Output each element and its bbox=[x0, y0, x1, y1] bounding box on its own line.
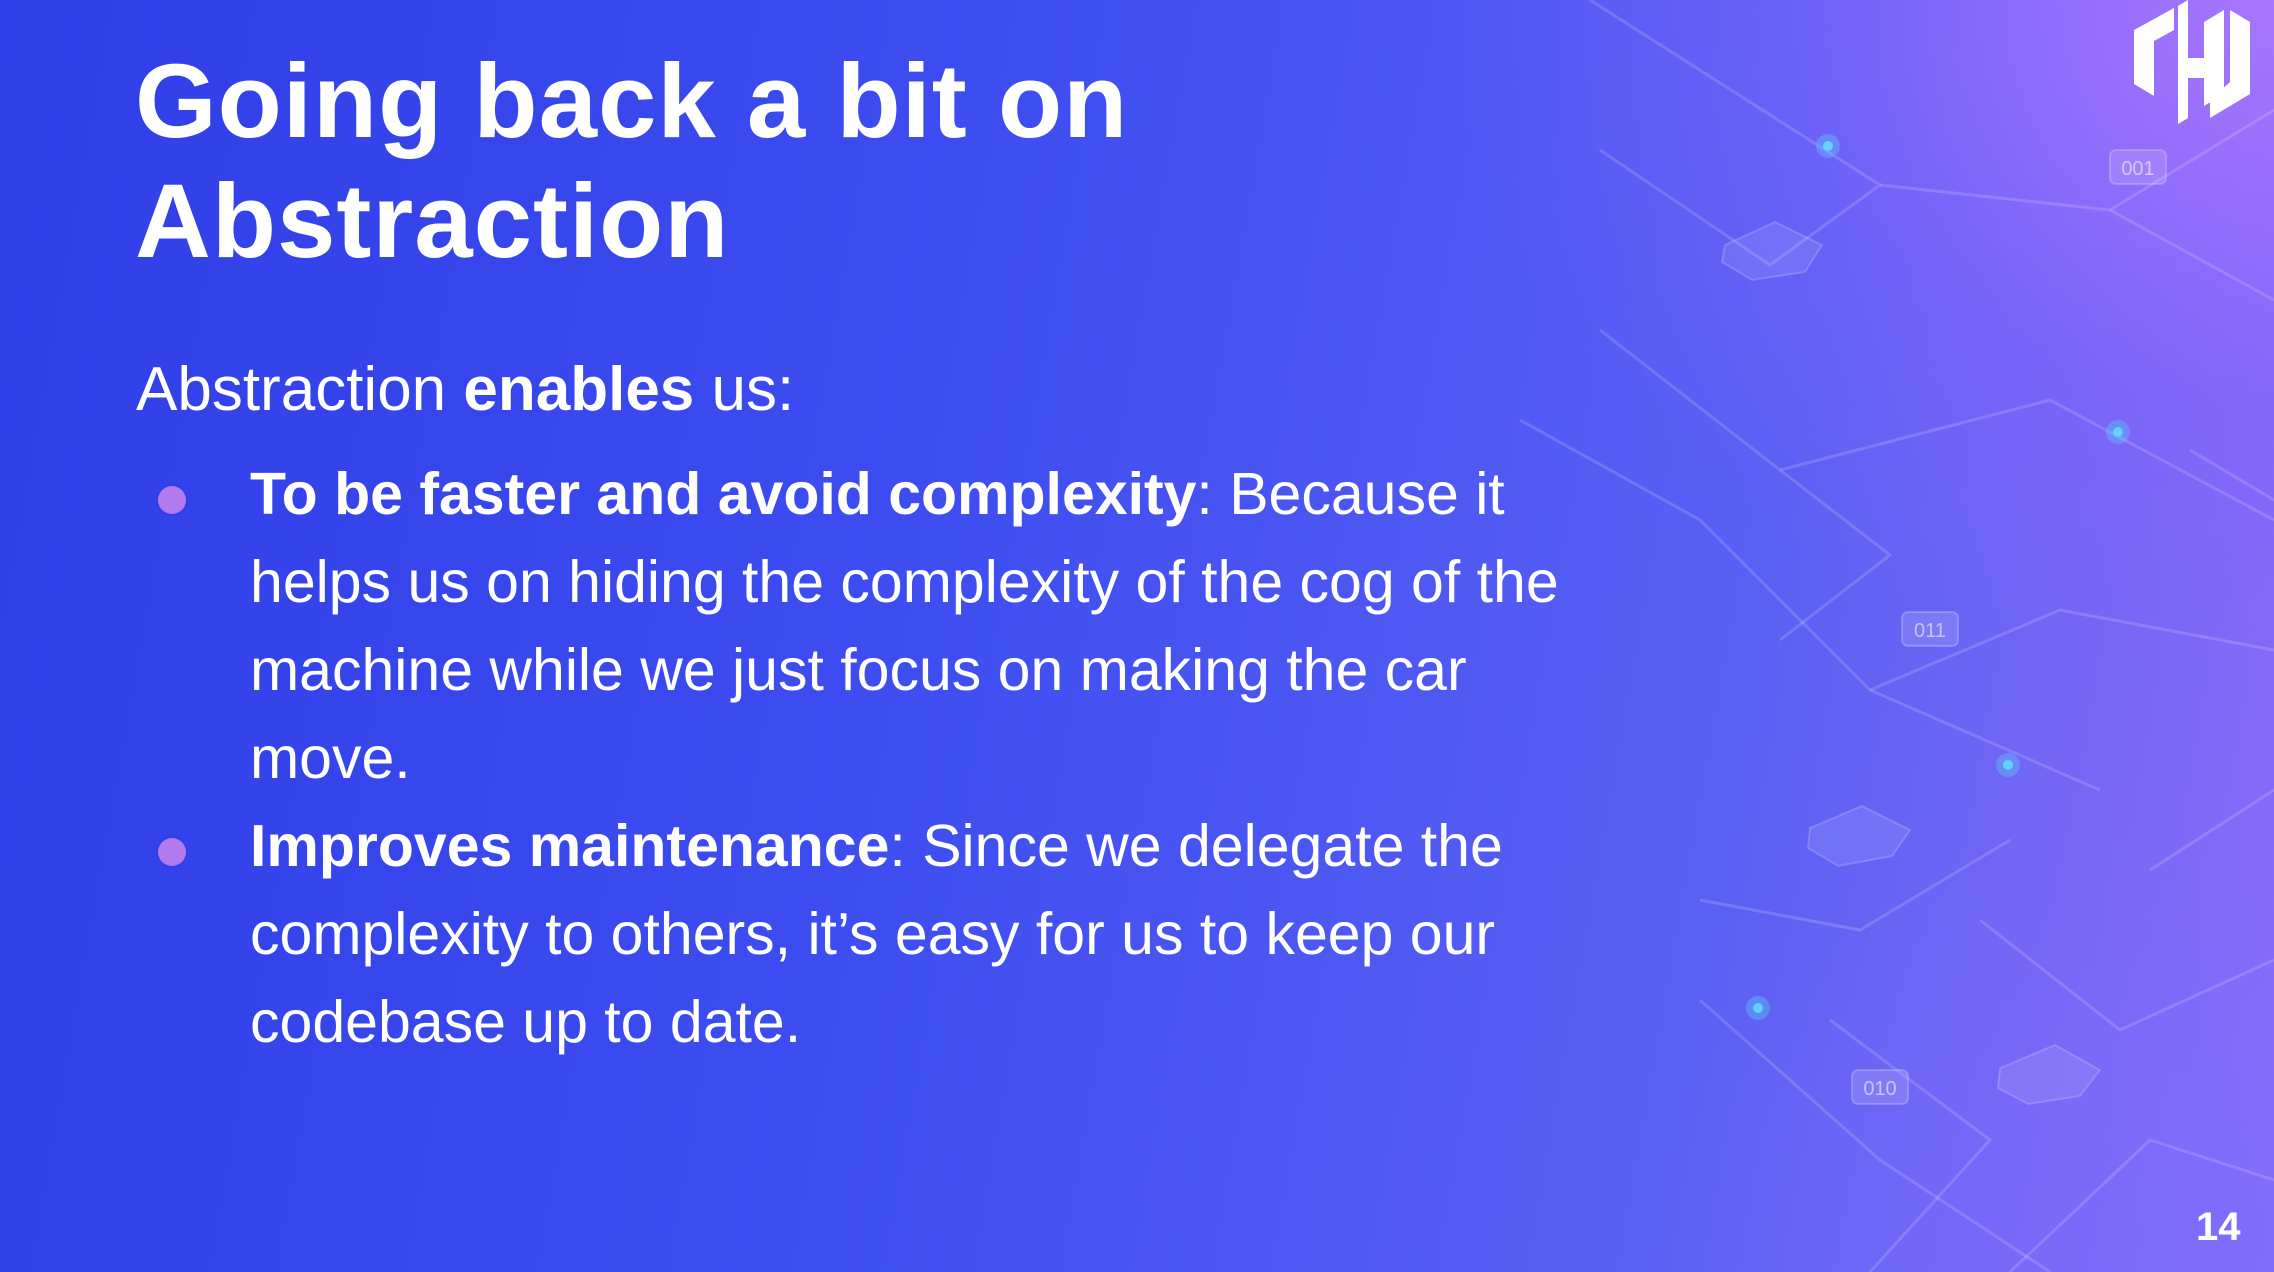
bullet-item: Improves maintenance: Since we delegate … bbox=[136, 802, 1636, 1066]
bullet-heading: To be faster and avoid complexity bbox=[250, 461, 1197, 527]
slide-title-line-1: Going back a bit on bbox=[135, 43, 1129, 160]
bullet-dot-icon bbox=[158, 838, 186, 866]
slide-title-line-2: Abstraction bbox=[135, 163, 730, 280]
tag-010-label: 010 bbox=[1863, 1078, 1896, 1100]
slide-title: Going back a bit on Abstraction bbox=[135, 42, 1435, 282]
tag-001-label: 001 bbox=[2121, 158, 2154, 180]
intro-text: Abstraction enables us: bbox=[136, 350, 794, 430]
intro-suffix: us: bbox=[694, 355, 795, 424]
page-number: 14 bbox=[2196, 1205, 2241, 1249]
hashicorp-logo-icon bbox=[2134, 0, 2250, 124]
intro-prefix: Abstraction bbox=[136, 355, 464, 424]
tag-011-label: 011 bbox=[1914, 620, 1946, 642]
bullet-item: To be faster and avoid complexity: Becau… bbox=[136, 450, 1636, 802]
bullet-list: To be faster and avoid complexity: Becau… bbox=[136, 450, 1636, 1066]
intro-bold: enables bbox=[463, 355, 695, 424]
bullet-dot-icon bbox=[158, 486, 186, 514]
bullet-heading: Improves maintenance bbox=[250, 813, 890, 879]
